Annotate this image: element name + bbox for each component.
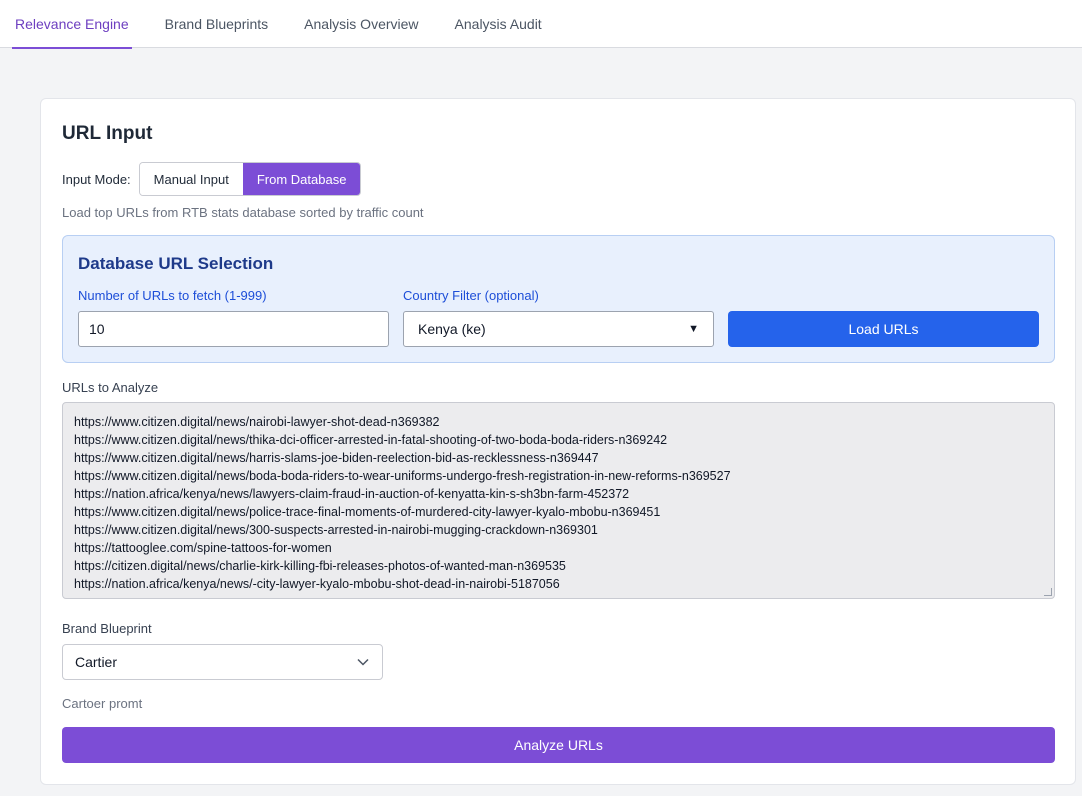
input-mode-help: Load top URLs from RTB stats database so…: [62, 205, 424, 220]
country-filter-select[interactable]: Kenya (ke) ▼: [403, 311, 714, 347]
url-line: https://www.citizen.digital/news/300-sus…: [74, 523, 598, 537]
url-count-input[interactable]: [78, 311, 389, 347]
tab-brand-blueprints[interactable]: Brand Blueprints: [162, 0, 272, 48]
url-input-card: URL Input Input Mode: Manual Input From …: [40, 98, 1076, 785]
database-url-selection-panel: Database URL Selection Number of URLs to…: [62, 235, 1055, 363]
url-line: https://citizen.digital/news/charlie-kir…: [74, 559, 566, 573]
load-urls-button[interactable]: Load URLs: [728, 311, 1039, 347]
url-line: https://www.citizen.digital/news/police-…: [74, 505, 661, 519]
country-filter-label: Country Filter (optional): [403, 288, 539, 303]
urls-to-analyze-label: URLs to Analyze: [62, 380, 159, 395]
brand-blueprint-select[interactable]: Cartier: [62, 644, 383, 680]
input-mode-toggle: Manual Input From Database: [138, 162, 362, 196]
chevron-down-icon: ▼: [688, 323, 699, 335]
manual-input-button[interactable]: Manual Input: [139, 163, 243, 195]
url-line: https://www.citizen.digital/news/harris-…: [74, 451, 599, 465]
country-filter-value: Kenya (ke): [418, 321, 486, 337]
brand-blueprint-label: Brand Blueprint: [62, 621, 152, 636]
top-nav: Relevance Engine Brand Blueprints Analys…: [0, 0, 1082, 49]
from-database-button[interactable]: From Database: [242, 163, 361, 195]
url-line: https://nation.africa/kenya/news/lawyers…: [74, 487, 630, 501]
database-panel-title: Database URL Selection: [78, 254, 274, 273]
url-line: https://www.citizen.digital/news/thika-d…: [74, 433, 668, 447]
tab-analysis-audit[interactable]: Analysis Audit: [452, 0, 545, 48]
input-mode-row: Input Mode: Manual Input From Database: [62, 162, 362, 196]
url-line: https://www.citizen.digital/news/nairobi…: [74, 415, 440, 429]
url-line: https://www.citizen.digital/news/boda-bo…: [74, 469, 731, 483]
brand-blueprint-description: Cartoer promt: [62, 696, 143, 711]
urls-textarea[interactable]: https://www.citizen.digital/news/nairobi…: [62, 402, 1055, 599]
input-mode-label: Input Mode:: [62, 171, 131, 187]
chevron-down-icon: [357, 658, 369, 666]
url-line: https://nation.africa/kenya/news/-city-l…: [74, 577, 560, 591]
tab-relevance-engine[interactable]: Relevance Engine: [12, 0, 132, 49]
url-count-label: Number of URLs to fetch (1-999): [78, 288, 267, 303]
card-title: URL Input: [62, 123, 153, 144]
url-line: https://tattooglee.com/spine-tattoos-for…: [74, 541, 332, 555]
brand-blueprint-value: Cartier: [75, 654, 118, 670]
resize-handle[interactable]: [1044, 588, 1052, 596]
tab-analysis-overview[interactable]: Analysis Overview: [301, 0, 421, 48]
analyze-urls-button[interactable]: Analyze URLs: [62, 727, 1055, 763]
